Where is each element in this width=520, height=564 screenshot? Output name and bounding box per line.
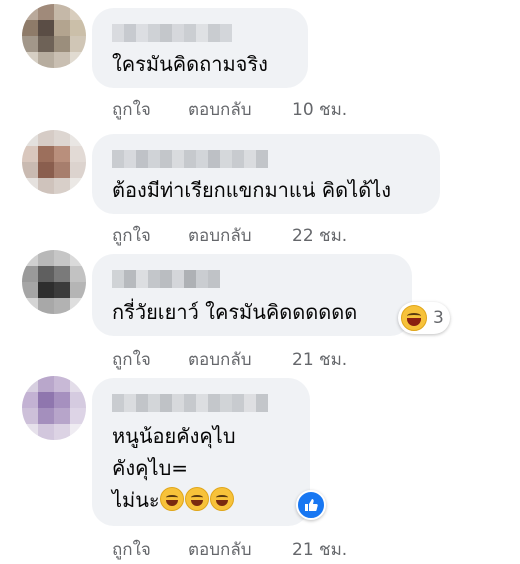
avatar[interactable]	[22, 130, 86, 194]
author-name-blurred[interactable]	[112, 24, 232, 42]
avatar[interactable]	[22, 376, 86, 440]
comment-text-line-3: ไม่นะ	[112, 486, 235, 514]
like-link[interactable]: ถูกใจ	[112, 222, 188, 249]
comment-text: ต้องมีท่าเรียกแขกมาแน่ คิดได้ไง	[112, 178, 392, 202]
like-link[interactable]: ถูกใจ	[112, 96, 188, 123]
comment-actions: ถูกใจ ตอบกลับ 22 ชม.	[112, 222, 347, 249]
comment-bubble: ใครมันคิดถามจริง	[92, 8, 308, 88]
like-link[interactable]: ถูกใจ	[112, 346, 188, 373]
comment-bubble: หนูน้อยคังคุไบ คังคุไบ= ไม่นะ	[92, 378, 310, 526]
reply-link[interactable]: ตอบกลับ	[188, 346, 292, 373]
comment-actions: ถูกใจ ตอบกลับ 10 ชม.	[112, 96, 347, 123]
like-reaction-badge[interactable]	[296, 490, 326, 520]
grinning-sweat-emoji-icon	[184, 487, 209, 511]
reaction-summary[interactable]: 3	[398, 302, 450, 334]
avatar[interactable]	[22, 4, 86, 68]
timestamp[interactable]: 10 ชม.	[292, 96, 347, 123]
avatar[interactable]	[22, 250, 86, 314]
reaction-count: 3	[433, 308, 444, 328]
author-name-blurred[interactable]	[112, 150, 268, 168]
reply-link[interactable]: ตอบกลับ	[188, 222, 292, 249]
grinning-sweat-emoji-icon	[209, 487, 234, 511]
laughing-emoji-icon	[401, 305, 427, 331]
comment-bubble: กรี่วัยเยาว์ ใครมันคิดดดดดด	[92, 254, 412, 336]
author-name-blurred[interactable]	[112, 394, 268, 412]
comment-text-line-3-text: ไม่นะ	[112, 488, 160, 512]
comment-actions: ถูกใจ ตอบกลับ 21 ชม.	[112, 536, 347, 563]
like-link[interactable]: ถูกใจ	[112, 536, 188, 563]
timestamp[interactable]: 22 ชม.	[292, 222, 347, 249]
grinning-sweat-emoji-icon	[159, 487, 184, 511]
comment-text: กรี่วัยเยาว์ ใครมันคิดดดดดด	[112, 300, 358, 324]
like-thumb-icon	[305, 499, 318, 511]
reply-link[interactable]: ตอบกลับ	[188, 96, 292, 123]
timestamp[interactable]: 21 ชม.	[292, 346, 347, 373]
timestamp[interactable]: 21 ชม.	[292, 536, 347, 563]
reply-link[interactable]: ตอบกลับ	[188, 536, 292, 563]
comment-text-line-1: หนูน้อยคังคุไบ	[112, 424, 236, 448]
comment-text: ใครมันคิดถามจริง	[112, 52, 268, 76]
comment-bubble: ต้องมีท่าเรียกแขกมาแน่ คิดได้ไง	[92, 134, 440, 214]
comment-actions: ถูกใจ ตอบกลับ 21 ชม.	[112, 346, 347, 373]
author-name-blurred[interactable]	[112, 270, 220, 288]
comment-text-line-2: คังคุไบ=	[112, 456, 189, 480]
